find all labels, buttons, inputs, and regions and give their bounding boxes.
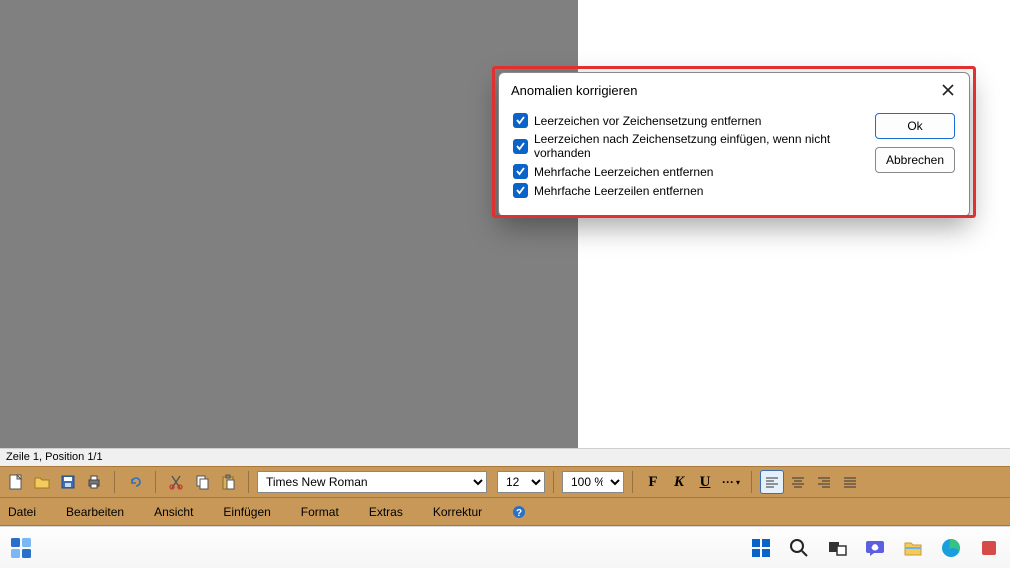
editor-margin <box>0 0 578 448</box>
align-center-icon[interactable] <box>786 470 810 494</box>
menu-format[interactable]: Format <box>299 501 341 523</box>
status-text: Zeile 1, Position 1/1 <box>6 451 103 463</box>
checkbox-icon[interactable] <box>513 164 528 179</box>
separator <box>553 471 554 493</box>
start-icon[interactable] <box>750 537 772 559</box>
search-icon[interactable] <box>788 537 810 559</box>
underline-button[interactable]: U <box>693 470 717 494</box>
paste-icon[interactable] <box>216 470 240 494</box>
dialog-title-text: Anomalien korrigieren <box>511 83 637 98</box>
menu-datei[interactable]: Datei <box>6 501 38 523</box>
chat-icon[interactable] <box>864 537 886 559</box>
menu-korrektur[interactable]: Korrektur <box>431 501 484 523</box>
menubar: Datei Bearbeiten Ansicht Einfügen Format… <box>0 498 1010 526</box>
print-icon[interactable] <box>82 470 106 494</box>
edge-icon[interactable] <box>940 537 962 559</box>
checkbox-icon[interactable] <box>513 113 528 128</box>
ok-button[interactable]: Ok <box>875 113 955 139</box>
font-name-select[interactable]: Times New Roman <box>257 471 487 493</box>
menu-einfuegen[interactable]: Einfügen <box>221 501 272 523</box>
align-justify-icon[interactable] <box>838 470 862 494</box>
open-file-icon[interactable] <box>30 470 54 494</box>
more-formatting-button[interactable]: ···▾ <box>719 470 743 494</box>
dialog-options: Leerzeichen vor Zeichensetzung entfernen… <box>513 113 863 198</box>
status-bar: Zeile 1, Position 1/1 <box>0 448 1010 466</box>
menu-extras[interactable]: Extras <box>367 501 405 523</box>
font-size-select[interactable]: 12 <box>497 471 545 493</box>
align-right-icon[interactable] <box>812 470 836 494</box>
menu-ansicht[interactable]: Ansicht <box>152 501 195 523</box>
separator <box>114 471 115 493</box>
checkbox-icon[interactable] <box>513 183 528 198</box>
svg-text:?: ? <box>516 508 522 519</box>
copy-icon[interactable] <box>190 470 214 494</box>
menu-bearbeiten[interactable]: Bearbeiten <box>64 501 126 523</box>
option-insert-space-after-punct[interactable]: Leerzeichen nach Zeichensetzung einfügen… <box>513 132 863 160</box>
taskview-icon[interactable] <box>826 537 848 559</box>
cut-icon[interactable] <box>164 470 188 494</box>
separator <box>248 471 249 493</box>
help-icon[interactable]: ? <box>510 501 528 523</box>
cancel-button[interactable]: Abbrechen <box>875 147 955 173</box>
align-left-icon[interactable] <box>760 470 784 494</box>
italic-button[interactable]: K <box>667 470 691 494</box>
undo-icon[interactable] <box>123 470 147 494</box>
editor-page[interactable] <box>578 0 1010 448</box>
save-icon[interactable] <box>56 470 80 494</box>
close-icon[interactable] <box>939 81 957 99</box>
toolbar: Times New Roman 12 100 % F K U ···▾ <box>0 466 1010 498</box>
dialog-anomalien-korrigieren: Anomalien korrigieren Leerzeichen vor Ze… <box>498 72 970 217</box>
taskbar <box>0 526 1010 568</box>
separator <box>632 471 633 493</box>
option-remove-space-before-punct[interactable]: Leerzeichen vor Zeichensetzung entfernen <box>513 113 863 128</box>
separator <box>751 471 752 493</box>
taskbar-tray <box>750 537 1004 559</box>
widgets-icon[interactable] <box>6 533 36 563</box>
app-icon[interactable] <box>978 537 1000 559</box>
editor-area <box>0 0 1010 448</box>
separator <box>155 471 156 493</box>
explorer-icon[interactable] <box>902 537 924 559</box>
bold-button[interactable]: F <box>641 470 665 494</box>
checkbox-icon[interactable] <box>513 139 528 154</box>
option-remove-multi-spaces[interactable]: Mehrfache Leerzeichen entfernen <box>513 164 863 179</box>
option-remove-multi-lines[interactable]: Mehrfache Leerzeilen entfernen <box>513 183 863 198</box>
zoom-select[interactable]: 100 % <box>562 471 624 493</box>
new-file-icon[interactable] <box>4 470 28 494</box>
